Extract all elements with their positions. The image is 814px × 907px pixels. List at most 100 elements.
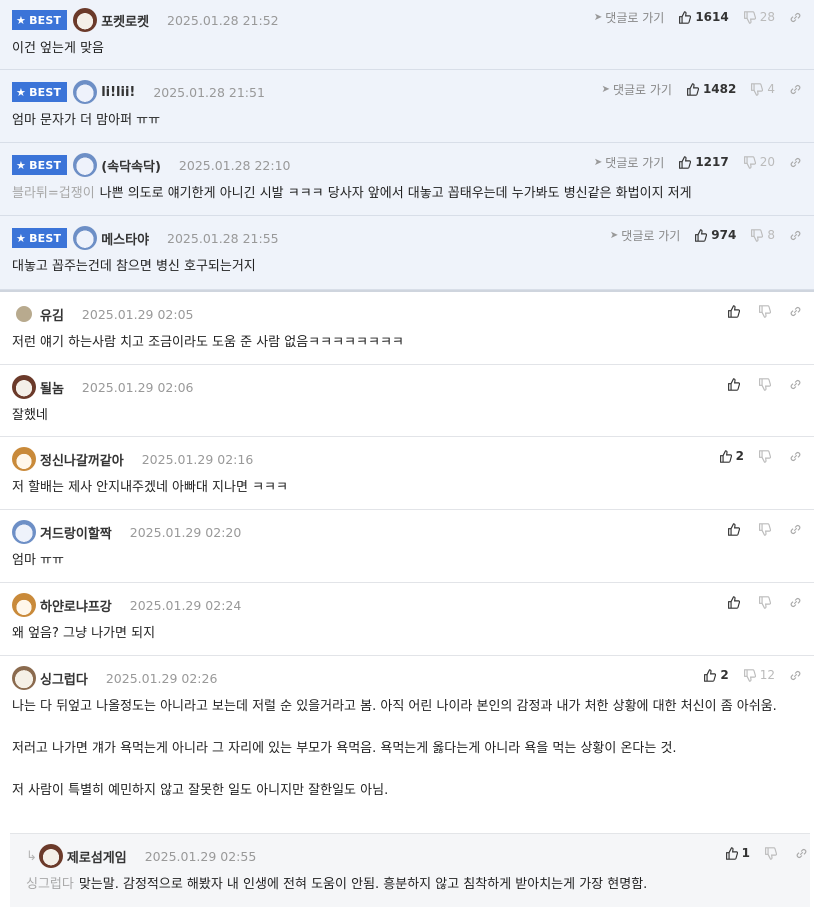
link-icon[interactable] <box>789 450 802 463</box>
thumbs-down-icon <box>758 595 771 609</box>
downvote-button[interactable]: 8 <box>750 228 775 242</box>
timestamp: 2025.01.28 21:52 <box>167 12 279 28</box>
thumbs-down-icon <box>743 155 756 169</box>
nickname[interactable]: 제로섬게임 <box>67 847 127 866</box>
downvote-button[interactable] <box>758 522 775 536</box>
avatar[interactable] <box>12 375 36 399</box>
link-icon[interactable] <box>789 669 802 682</box>
upvote-button[interactable] <box>727 377 744 391</box>
send-arrow-icon: ➤ <box>593 11 603 23</box>
downvote-button[interactable] <box>758 595 775 609</box>
link-icon[interactable] <box>789 83 802 96</box>
avatar[interactable] <box>73 153 98 177</box>
link-icon[interactable] <box>795 847 808 860</box>
best-comment: ★ BEST 메스타야 2025.01.28 21:55 ➤ 댓글로 가기 974 … <box>0 216 814 290</box>
upvote-button[interactable]: 2 <box>719 449 744 463</box>
link-icon[interactable] <box>789 11 802 24</box>
upvote-button[interactable]: 1 <box>725 846 750 860</box>
downvote-button[interactable]: 28 <box>743 10 775 24</box>
avatar[interactable] <box>12 666 36 690</box>
thumbs-down-icon <box>750 228 764 242</box>
comment-header: 싱그럽다 2025.01.29 02:26 <box>12 666 217 690</box>
link-icon[interactable] <box>789 156 802 169</box>
comment-actions <box>727 593 802 611</box>
avatar[interactable] <box>73 80 98 104</box>
thumbs-up-icon <box>727 522 740 536</box>
thumbs-up-icon <box>719 449 732 463</box>
star-icon: ★ <box>16 158 27 172</box>
downvote-button[interactable] <box>758 304 775 318</box>
best-comment: ★ BEST 포켓로켓 2025.01.28 21:52 ➤ 댓글로 가기 1614… <box>0 0 814 70</box>
comment-header: ★ BEST li!lii! 2025.01.28 21:51 <box>12 80 265 104</box>
downvote-button[interactable] <box>764 846 781 860</box>
timestamp: 2025.01.29 02:26 <box>105 670 218 686</box>
reply-arrow-icon: ↳ <box>26 848 37 864</box>
nickname[interactable]: 하얀로냐프강 <box>40 596 112 615</box>
upvote-button[interactable] <box>727 595 744 609</box>
downvote-button[interactable]: 4 <box>750 82 775 96</box>
link-icon[interactable] <box>789 523 802 536</box>
goto-reply-link[interactable]: ➤ 댓글로 가기 <box>594 154 664 171</box>
thumbs-up-icon <box>727 595 740 609</box>
nickname[interactable]: 겨드랑이할짝 <box>40 523 112 542</box>
avatar[interactable] <box>73 8 98 32</box>
nickname[interactable]: 정신나갈꺼같아 <box>40 450 124 469</box>
timestamp: 2025.01.29 02:05 <box>81 306 194 322</box>
nickname[interactable]: 포켓로켓 <box>101 11 149 30</box>
link-icon[interactable] <box>789 305 802 318</box>
thumbs-up-icon <box>678 155 692 169</box>
upvote-button[interactable] <box>727 522 744 536</box>
link-icon[interactable] <box>789 229 802 242</box>
comment: 싱그럽다 2025.01.29 02:26 2 12 나는 다 뒤엎고 나올정도… <box>0 656 814 833</box>
downvote-button[interactable] <box>758 377 775 391</box>
link-icon[interactable] <box>789 596 802 609</box>
upvote-button[interactable]: 974 <box>694 228 736 242</box>
best-badge: ★ BEST <box>12 155 68 175</box>
star-icon: ★ <box>16 13 27 27</box>
reply-target-nick[interactable]: 블라튀=겁쟁이 <box>12 186 95 201</box>
nickname[interactable]: (속닥속닥) <box>101 156 161 175</box>
avatar[interactable] <box>73 226 98 250</box>
avatar[interactable] <box>12 520 36 544</box>
timestamp: 2025.01.28 22:10 <box>178 157 291 173</box>
send-arrow-icon: ➤ <box>593 156 603 168</box>
nickname[interactable]: li!lii! <box>101 85 135 100</box>
thumbs-up-icon <box>694 228 708 242</box>
downvote-button[interactable]: 20 <box>743 155 775 169</box>
avatar[interactable] <box>38 844 63 868</box>
avatar[interactable] <box>16 306 32 322</box>
nickname[interactable]: 될놈 <box>40 378 64 397</box>
upvote-button[interactable]: 1482 <box>686 82 736 96</box>
thumbs-down-icon <box>764 846 777 860</box>
comment-actions <box>727 375 802 393</box>
upvote-button[interactable] <box>727 304 744 318</box>
goto-reply-link[interactable]: ➤ 댓글로 가기 <box>602 81 672 98</box>
comment-list: ★ BEST 포켓로켓 2025.01.28 21:52 ➤ 댓글로 가기 1614… <box>0 0 814 907</box>
upvote-button[interactable]: 1614 <box>678 10 729 24</box>
reply-target-nick[interactable]: 싱그럽다 <box>26 877 74 892</box>
upvote-button[interactable]: 1217 <box>678 155 729 169</box>
comment-body: 대놓고 꼽주는건데 참으면 병신 호구되는거지 <box>12 259 256 274</box>
thumbs-down-icon <box>758 304 771 318</box>
link-icon[interactable] <box>789 378 802 391</box>
comment-actions <box>727 520 802 538</box>
avatar[interactable] <box>12 593 36 617</box>
comment-header: 유김 2025.01.29 02:05 <box>12 302 194 326</box>
goto-reply-link[interactable]: ➤ 댓글로 가기 <box>594 9 664 26</box>
upvote-button[interactable]: 2 <box>703 668 729 682</box>
avatar[interactable] <box>12 447 36 471</box>
comment-body: 저런 얘기 하는사람 치고 조금이라도 도움 준 사람 없음ㅋㅋㅋㅋㅋㅋㅋㅋ <box>12 335 404 350</box>
comment-actions: ➤ 댓글로 가기 974 8 <box>610 226 802 244</box>
comment-actions: ➤ 댓글로 가기 1217 20 <box>594 153 802 171</box>
comment-header: 될놈 2025.01.29 02:06 <box>12 375 194 399</box>
goto-reply-link[interactable]: ➤ 댓글로 가기 <box>610 227 680 244</box>
downvote-button[interactable] <box>758 449 775 463</box>
comment: 정신나갈꺼같아 2025.01.29 02:16 2 저 할배는 제사 안지내주… <box>0 437 814 510</box>
nickname[interactable]: 싱그럽다 <box>40 669 88 688</box>
timestamp: 2025.01.29 02:24 <box>129 597 242 613</box>
send-arrow-icon: ➤ <box>601 83 610 95</box>
downvote-button[interactable]: 12 <box>743 668 775 682</box>
nickname[interactable]: 유김 <box>40 305 64 324</box>
nickname[interactable]: 메스타야 <box>101 229 149 248</box>
best-badge: ★ BEST <box>12 82 68 102</box>
